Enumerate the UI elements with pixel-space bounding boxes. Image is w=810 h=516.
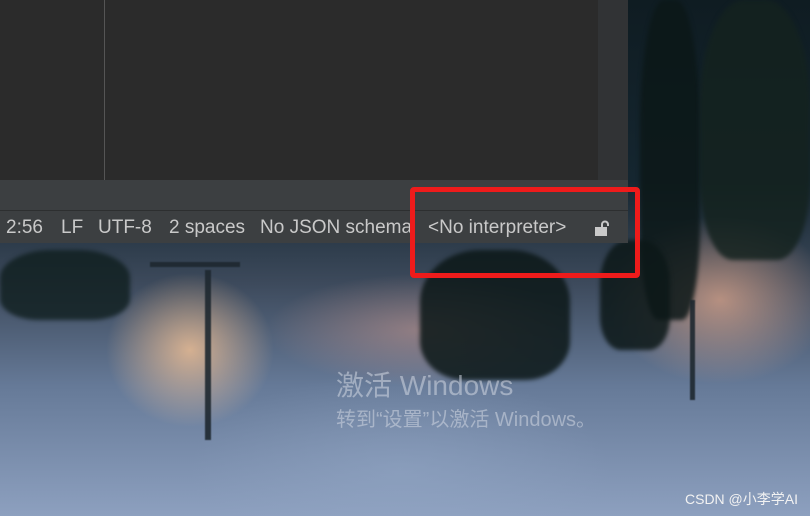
- activation-watermark-title: 激活 Windows: [336, 370, 514, 401]
- screen: 2:56 LF UTF-8 2 spaces No JSON schema <N…: [0, 0, 810, 516]
- wallpaper-tree: [0, 250, 130, 320]
- wallpaper-pole: [150, 262, 240, 267]
- indent-widget[interactable]: 2 spaces: [169, 211, 245, 243]
- csdn-credit: CSDN @小李学AI: [685, 491, 798, 507]
- red-highlight-box: [410, 187, 640, 278]
- wallpaper-tree: [700, 0, 810, 260]
- wallpaper-pole: [690, 300, 695, 400]
- editor-area[interactable]: [0, 0, 598, 180]
- editor-gutter-divider: [104, 0, 105, 180]
- caret-position-widget[interactable]: 2:56: [6, 211, 43, 243]
- json-schema-widget[interactable]: No JSON schema: [260, 211, 412, 243]
- wallpaper-pole: [205, 270, 211, 440]
- line-separator-widget[interactable]: LF: [61, 211, 83, 243]
- vertical-scrollbar[interactable]: [598, 0, 628, 180]
- activation-watermark-subtitle: 转到“设置”以激活 Windows。: [336, 409, 597, 431]
- file-encoding-widget[interactable]: UTF-8: [98, 211, 152, 243]
